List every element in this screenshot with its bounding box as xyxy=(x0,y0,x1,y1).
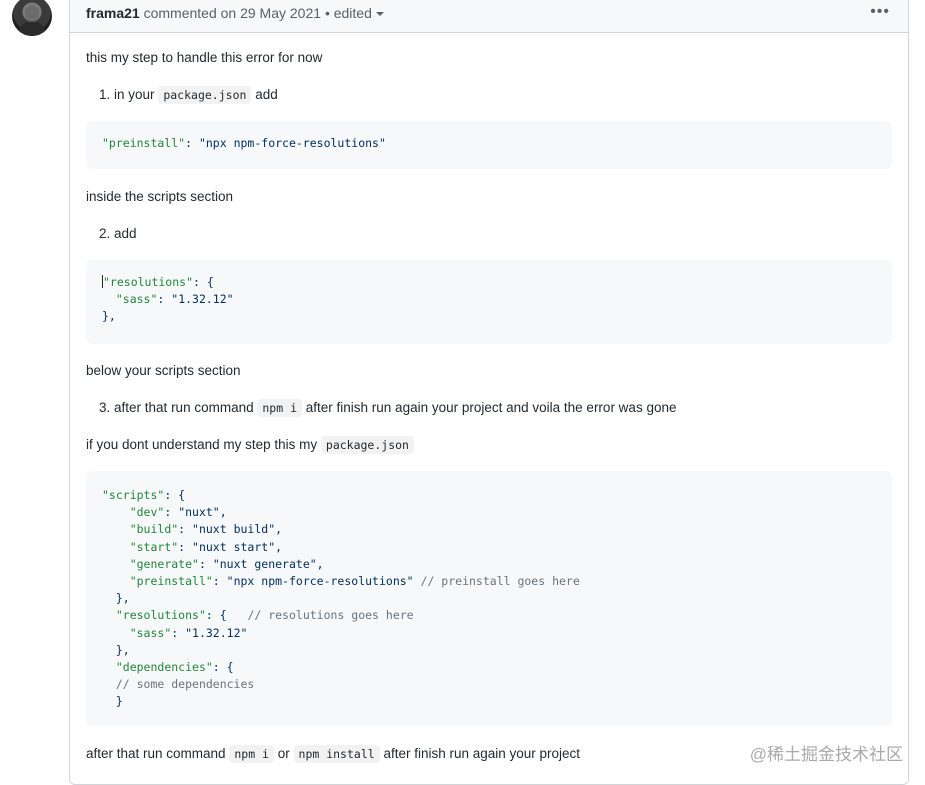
list-item-1: 1. in your package.json add xyxy=(99,85,278,105)
code-key: "dev" xyxy=(129,505,165,520)
watermark: @稀土掘金技术社区 xyxy=(749,745,903,764)
comment-box: frama21 commented on 29 May 2021 • edite… xyxy=(69,0,909,785)
code-key: "scripts" xyxy=(102,488,165,502)
inline-code: package.json xyxy=(158,86,252,104)
code-value: "nuxt generate" xyxy=(212,556,317,571)
list-number: 1. xyxy=(99,87,111,102)
list-item-3: 3. after that run command npm i after fi… xyxy=(99,398,676,418)
caret-down-icon xyxy=(375,12,384,16)
paragraph-understand: if you dont understand my step this my p… xyxy=(86,435,414,455)
paragraph-intro: this my step to handle this error for no… xyxy=(86,50,323,65)
code-punct: } xyxy=(115,694,123,709)
code-key: "sass" xyxy=(115,292,158,307)
header-separator: • xyxy=(324,5,330,21)
avatar-body xyxy=(19,22,45,36)
code-punct: }, xyxy=(102,309,116,324)
code-value: "1.32.12" xyxy=(185,625,248,640)
code-key: "preinstall" xyxy=(129,574,213,589)
more-options-button[interactable]: ••• xyxy=(870,3,890,21)
paragraph-final: after that run command npm i or npm inst… xyxy=(86,744,580,764)
code-key: "dependencies" xyxy=(115,660,213,675)
code-comment: // some dependencies xyxy=(115,677,255,692)
list-text: in your xyxy=(114,87,155,102)
code-key: "start" xyxy=(129,539,179,554)
code-punct: }, xyxy=(115,591,130,606)
code-value: "nuxt build" xyxy=(192,522,276,537)
paragraph-text: after finish run again your project xyxy=(383,746,581,761)
code-value: "1.32.12" xyxy=(171,292,234,307)
comment-date[interactable]: 29 May 2021 xyxy=(240,5,321,21)
comment-header: frama21 commented on 29 May 2021 • edite… xyxy=(70,0,908,33)
list-text: add xyxy=(114,226,137,241)
code-key: "preinstall" xyxy=(102,136,186,150)
code-block-package-json: "scripts": { "dev": "nuxt", "build": "nu… xyxy=(86,471,892,726)
code-key: "resolutions" xyxy=(115,608,206,623)
list-number: 2. xyxy=(99,226,111,241)
edited-label: edited xyxy=(333,5,372,21)
comment-action: commented on xyxy=(143,5,237,21)
code-key: "generate" xyxy=(129,556,199,571)
paragraph-below: below your scripts section xyxy=(86,363,241,378)
code-punct: : { xyxy=(164,488,186,502)
inline-code: package.json xyxy=(320,436,414,454)
paragraph-text: if you dont understand my step this my xyxy=(86,437,318,452)
code-block-preinstall: "preinstall": "npx npm-force-resolutions… xyxy=(86,121,892,169)
comment-header-text: frama21 commented on 29 May 2021 • edite… xyxy=(86,5,384,21)
code-punct: }, xyxy=(115,642,130,657)
code-value: "nuxt start" xyxy=(192,539,276,554)
inline-code: npm install xyxy=(293,745,380,763)
author-avatar[interactable] xyxy=(12,0,52,36)
list-item-2: 2. add xyxy=(99,224,137,244)
code-punct: : xyxy=(185,136,199,150)
edited-dropdown[interactable]: edited xyxy=(334,5,384,21)
author-link[interactable]: frama21 xyxy=(86,5,140,21)
code-key: "sass" xyxy=(129,625,172,640)
code-comment: // resolutions goes here xyxy=(247,608,414,623)
code-block-resolutions: "resolutions": { "sass": "1.32.12" }, xyxy=(86,260,892,344)
list-number: 3. xyxy=(99,400,111,415)
code-punct: : { xyxy=(205,608,227,623)
list-text: add xyxy=(255,87,278,102)
code-value: "npx npm-force-resolutions" xyxy=(198,136,386,150)
inline-code: npm i xyxy=(257,399,302,417)
paragraph-text: after that run command xyxy=(86,746,226,761)
list-text: after finish run again your project and … xyxy=(305,400,677,415)
code-punct: : xyxy=(157,292,172,307)
avatar-face xyxy=(25,5,39,21)
code-key: "build" xyxy=(129,522,179,537)
code-punct: : { xyxy=(193,275,214,289)
inline-code: npm i xyxy=(229,745,274,763)
paragraph-scripts: inside the scripts section xyxy=(86,189,234,204)
code-comment: // preinstall goes here xyxy=(420,574,580,589)
code-value: "nuxt" xyxy=(178,505,220,520)
code-punct: : { xyxy=(212,660,234,675)
code-key: "resolutions" xyxy=(103,275,194,289)
paragraph-text: or xyxy=(277,746,290,761)
list-text: after that run command xyxy=(114,400,254,415)
code-value: "npx npm-force-resolutions" xyxy=(226,574,414,589)
